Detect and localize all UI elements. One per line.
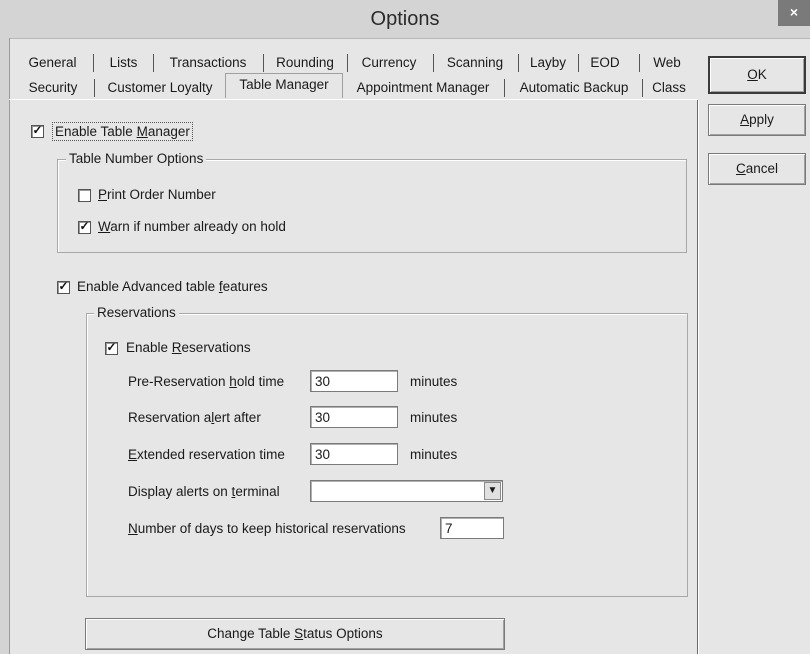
- extended-unit: minutes: [410, 447, 458, 462]
- tab-eod[interactable]: EOD: [582, 52, 628, 73]
- alert-after-label: Reservation alert after: [128, 410, 261, 425]
- window-title: Options: [370, 8, 440, 30]
- tab-rounding[interactable]: Rounding: [268, 52, 342, 73]
- ok-button[interactable]: OK: [708, 56, 806, 94]
- tab-layby[interactable]: Layby: [523, 52, 573, 73]
- table-number-options-title: Table Number Options: [66, 150, 207, 167]
- display-alerts-label: Display alerts on terminal: [128, 484, 280, 499]
- extended-input[interactable]: 30: [310, 443, 398, 465]
- enable-reservations-label[interactable]: Enable Reservations: [126, 339, 251, 356]
- window-left-border: [0, 38, 10, 654]
- enable-table-manager-checkbox[interactable]: ✓: [31, 123, 44, 138]
- tab-automatic-backup[interactable]: Automatic Backup: [508, 77, 640, 98]
- table-number-options-group: [57, 159, 687, 253]
- chevron-down-icon[interactable]: ▼: [484, 482, 501, 500]
- tab-class[interactable]: Class: [646, 77, 692, 98]
- print-order-number-checkbox[interactable]: [78, 189, 91, 202]
- tab-appointment-manager[interactable]: Appointment Manager: [345, 77, 501, 98]
- enable-table-manager-label[interactable]: Enable Table Manager: [52, 122, 193, 141]
- tab-general[interactable]: General: [14, 52, 91, 73]
- extended-label: Extended reservation time: [128, 447, 285, 462]
- warn-on-hold-label[interactable]: Warn if number already on hold: [98, 218, 286, 235]
- tab-panel-border: [9, 99, 698, 100]
- tab-security[interactable]: Security: [14, 77, 92, 98]
- enable-reservations-checkbox[interactable]: ✓: [105, 340, 118, 355]
- apply-button[interactable]: Apply: [708, 104, 806, 136]
- checkmark-icon: ✓: [58, 279, 69, 293]
- enable-advanced-label[interactable]: Enable Advanced table features: [77, 278, 268, 295]
- print-order-number-label[interactable]: Print Order Number: [98, 186, 216, 203]
- tab-lists[interactable]: Lists: [97, 52, 150, 73]
- close-button[interactable]: ×: [778, 0, 810, 26]
- checkmark-icon: ✓: [32, 123, 43, 137]
- pre-hold-label: Pre-Reservation hold time: [128, 374, 285, 389]
- display-alerts-select[interactable]: ▼: [310, 480, 503, 502]
- checkmark-icon: ✓: [79, 219, 90, 233]
- tab-table-manager[interactable]: Table Manager: [225, 73, 343, 98]
- title-bar: Options ×: [0, 0, 810, 39]
- checkmark-icon: ✓: [106, 340, 117, 354]
- pre-hold-unit: minutes: [410, 374, 458, 389]
- cancel-button[interactable]: Cancel: [708, 153, 806, 185]
- warn-on-hold-checkbox[interactable]: ✓: [78, 219, 91, 234]
- enable-advanced-checkbox[interactable]: ✓: [57, 279, 70, 294]
- tab-transactions[interactable]: Transactions: [158, 52, 258, 73]
- alert-after-input[interactable]: 30: [310, 406, 398, 428]
- tab-currency[interactable]: Currency: [352, 52, 426, 73]
- tab-scanning[interactable]: Scanning: [438, 52, 512, 73]
- alert-after-unit: minutes: [410, 410, 458, 425]
- tab-customer-loyalty[interactable]: Customer Loyalty: [98, 77, 222, 98]
- pre-hold-input[interactable]: 30: [310, 370, 398, 392]
- history-days-input[interactable]: 7: [440, 517, 504, 539]
- tab-web[interactable]: Web: [644, 52, 690, 73]
- reservations-title: Reservations: [94, 304, 179, 321]
- change-table-status-button[interactable]: Change Table Status Options: [85, 618, 505, 650]
- history-days-label: Number of days to keep historical reserv…: [128, 521, 406, 536]
